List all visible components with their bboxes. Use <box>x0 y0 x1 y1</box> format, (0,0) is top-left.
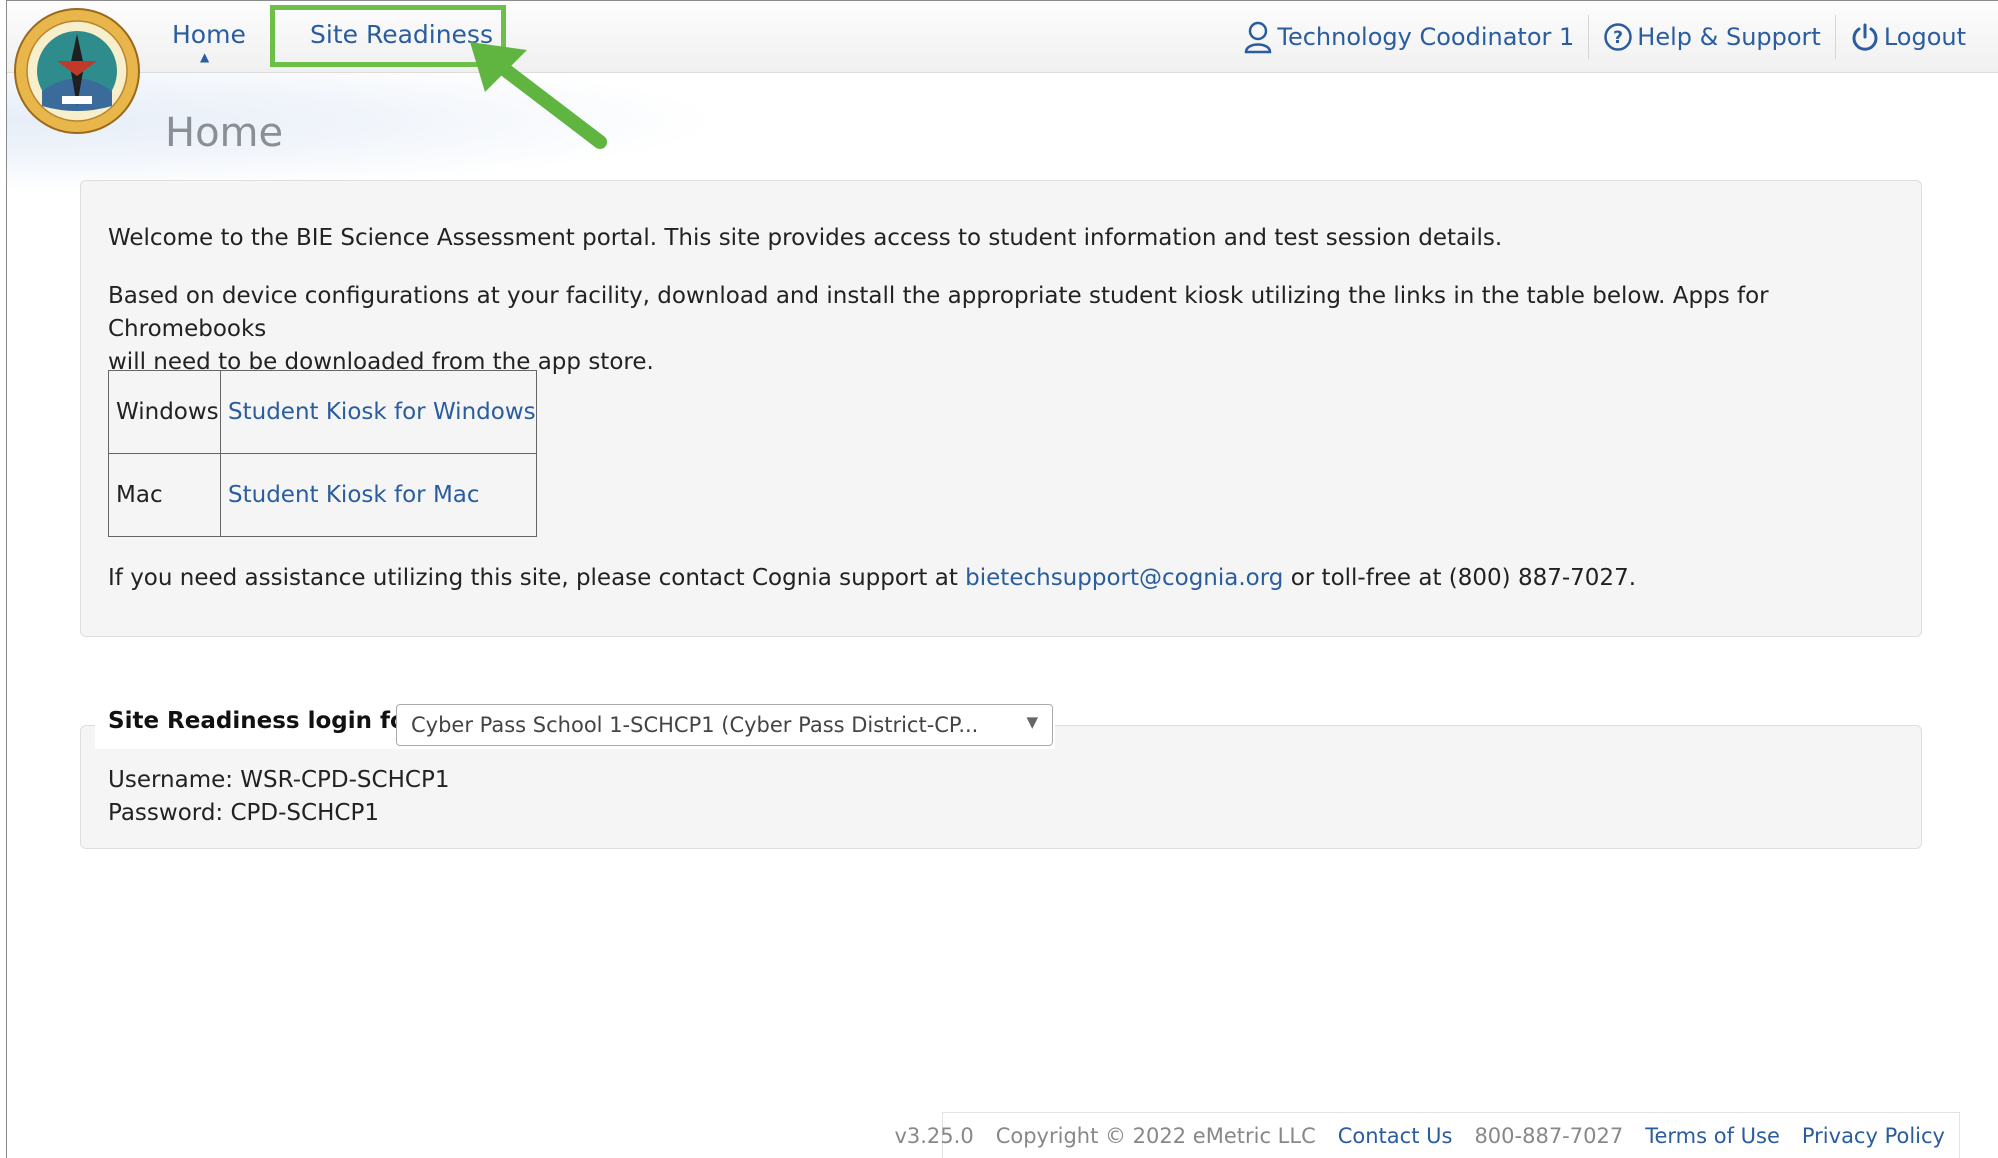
version-text: v3.25.0 <box>894 1123 974 1148</box>
logout-link[interactable]: Logout <box>1836 22 1980 52</box>
kiosk-windows-link[interactable]: Student Kiosk for Windows <box>228 399 536 425</box>
school-select-value: Cyber Pass School 1-SCHCP1 (Cyber Pass D… <box>411 713 979 737</box>
site-readiness-label: Site Readiness login for <box>108 708 418 734</box>
table-row: Mac Student Kiosk for Mac <box>108 453 537 537</box>
assistance-text: If you need assistance utilizing this si… <box>108 562 1908 595</box>
school-select[interactable]: Cyber Pass School 1-SCHCP1 (Cyber Pass D… <box>396 704 1053 746</box>
help-icon: ? <box>1604 23 1633 51</box>
power-icon <box>1852 23 1878 51</box>
chevron-down-icon: ▼ <box>1026 713 1038 731</box>
help-support-label: Help & Support <box>1637 23 1821 51</box>
kiosk-windows-cell: Student Kiosk for Windows <box>220 370 537 454</box>
username-text: Username: WSR-CPD-SCHCP1 <box>108 767 450 793</box>
download-instructions-line-1: Based on device configurations at your f… <box>108 283 1769 342</box>
kiosk-download-table: Windows Student Kiosk for Windows Mac St… <box>108 370 537 537</box>
kiosk-mac-cell: Student Kiosk for Mac <box>220 453 537 537</box>
download-instructions-text: Based on device configurations at your f… <box>108 280 1908 379</box>
user-name: Technology Coodinator 1 <box>1277 23 1575 51</box>
footer-phone: 800-887-7027 <box>1474 1123 1624 1148</box>
user-profile-link[interactable]: Technology Coodinator 1 <box>1229 20 1588 54</box>
privacy-policy-link[interactable]: Privacy Policy <box>1802 1124 1945 1148</box>
support-email-link[interactable]: bietechsupport@cognia.org <box>965 565 1283 591</box>
kiosk-mac-link[interactable]: Student Kiosk for Mac <box>228 482 480 508</box>
assistance-suffix: or toll-free at (800) 887-7027. <box>1283 565 1637 591</box>
help-support-link[interactable]: ? Help & Support <box>1589 22 1835 52</box>
os-cell: Mac <box>108 453 221 537</box>
page-title: Home <box>165 110 284 156</box>
assistance-prefix: If you need assistance utilizing this si… <box>108 565 966 591</box>
pointer-arrow-icon <box>470 42 607 149</box>
welcome-intro-text: Welcome to the BIE Science Assessment po… <box>108 225 1503 251</box>
terms-of-use-link[interactable]: Terms of Use <box>1645 1124 1780 1148</box>
password-text: Password: CPD-SCHCP1 <box>108 800 379 826</box>
bie-logo[interactable] <box>12 6 142 136</box>
user-icon <box>1245 21 1272 54</box>
svg-text:?: ? <box>1613 28 1623 48</box>
contact-us-link[interactable]: Contact Us <box>1338 1124 1453 1148</box>
user-menu: Technology Coodinator 1 ? Help & Support… <box>1229 14 1980 60</box>
nav-home-link[interactable]: Home <box>172 20 246 49</box>
table-row: Windows Student Kiosk for Windows <box>108 370 537 454</box>
active-nav-indicator-icon: ▲ <box>200 50 210 64</box>
logout-label: Logout <box>1883 23 1966 51</box>
copyright-text: Copyright © 2022 eMetric LLC <box>995 1123 1316 1148</box>
footer: v3.25.0 Copyright © 2022 eMetric LLC Con… <box>894 1112 1960 1158</box>
os-cell: Windows <box>108 370 221 454</box>
